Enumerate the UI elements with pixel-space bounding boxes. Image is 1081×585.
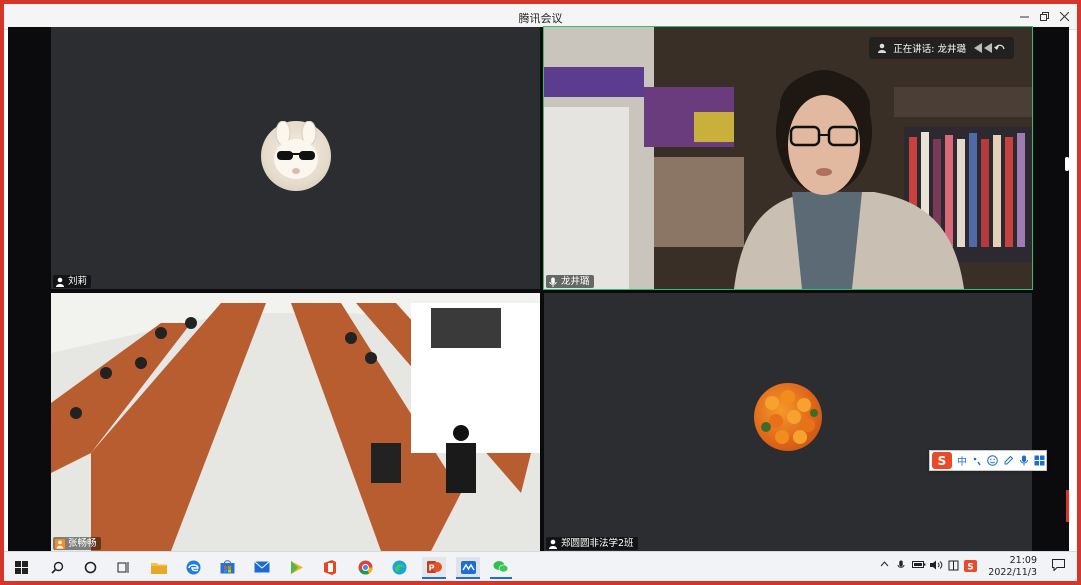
participant-name-tag: 张畅畅 xyxy=(53,537,101,550)
action-center-icon[interactable] xyxy=(1052,559,1065,574)
camera-feed xyxy=(51,293,540,551)
speaking-indicator: 正在讲话: 龙井璐 xyxy=(869,37,1014,59)
video-tile[interactable]: 刘莉 xyxy=(51,27,540,289)
edge-icon[interactable] xyxy=(388,557,410,577)
punctuation-icon[interactable] xyxy=(972,456,982,466)
battery-icon[interactable] xyxy=(912,560,926,572)
start-icon[interactable] xyxy=(10,557,32,577)
participant-avatar xyxy=(261,120,331,191)
input-method-icon[interactable] xyxy=(948,560,959,574)
participant-name: 龙井璐 xyxy=(561,276,590,287)
ime-toolbar[interactable]: S 中 xyxy=(929,450,1047,471)
store-icon[interactable] xyxy=(216,557,238,577)
speaker-avatar-icon xyxy=(878,43,887,53)
participant-name: 刘莉 xyxy=(68,276,88,287)
marigold-flowers-icon xyxy=(761,390,818,444)
sogou-logo-icon[interactable]: S xyxy=(932,452,952,469)
participant-name: 张畅畅 xyxy=(68,538,97,549)
svg-text:P: P xyxy=(428,564,434,573)
person-icon xyxy=(55,538,65,549)
participant-avatar xyxy=(754,383,822,451)
cortana-icon[interactable] xyxy=(79,557,101,577)
restore-icon[interactable] xyxy=(1035,7,1053,25)
participant-name-tag: 龙井璐 xyxy=(546,275,594,288)
file-explorer-icon[interactable] xyxy=(148,557,170,577)
tencent-meeting-icon[interactable] xyxy=(456,557,480,579)
svg-text:S: S xyxy=(938,454,947,468)
microphone-icon xyxy=(549,277,557,287)
speaking-label: 正在讲话: 龙井璐 xyxy=(893,44,966,55)
wechat-icon[interactable] xyxy=(490,557,512,579)
taskbar-clock[interactable]: 21:09 2022/11/3 xyxy=(988,555,1037,579)
sogou-tray-icon[interactable]: S xyxy=(964,560,977,575)
emoji-icon[interactable] xyxy=(987,455,998,466)
close-icon[interactable] xyxy=(1055,7,1073,25)
volume-level-indicator xyxy=(1066,490,1069,522)
office-icon[interactable] xyxy=(319,557,341,577)
person-icon xyxy=(56,277,64,287)
minimize-icon[interactable] xyxy=(1015,7,1033,25)
toolbox-icon[interactable] xyxy=(1034,455,1045,466)
media-player-icon[interactable] xyxy=(285,557,307,577)
volume-icon[interactable] xyxy=(930,560,943,573)
speaker-nav-arrows-icon[interactable] xyxy=(972,42,1006,54)
participant-name-tag: 刘莉 xyxy=(53,275,92,288)
video-tile[interactable]: 郑圆圆非法学2班 xyxy=(544,293,1032,551)
pen-icon[interactable] xyxy=(1003,455,1014,466)
camera-feed xyxy=(544,27,1032,289)
video-tile-active-speaker[interactable]: 正在讲话: 龙井璐 龙井璐 xyxy=(543,26,1033,290)
meeting-window: 腾讯会议 刘莉 正在讲话: 龙井璐 龙井璐 张畅畅 郑圆圆非法学2班 S 中 P… xyxy=(4,4,1077,581)
clock-date: 2022/11/3 xyxy=(988,567,1037,578)
video-tile[interactable]: 张畅畅 xyxy=(51,293,540,551)
svg-text:S: S xyxy=(967,563,973,573)
ime-mode[interactable]: 中 xyxy=(957,453,967,468)
mail-icon[interactable] xyxy=(251,557,273,577)
microphone-tray-icon[interactable] xyxy=(897,560,905,574)
bunny-avatar-icon xyxy=(274,120,318,179)
voice-icon[interactable] xyxy=(1019,455,1029,466)
task-view-icon[interactable] xyxy=(112,557,134,577)
clock-time: 21:09 xyxy=(1009,555,1037,566)
search-icon[interactable] xyxy=(46,557,68,577)
window-title: 腾讯会议 xyxy=(518,12,563,25)
chrome-icon[interactable] xyxy=(354,557,376,577)
person-icon xyxy=(549,539,557,549)
participant-name: 郑圆圆非法学2班 xyxy=(561,538,634,549)
show-hidden-icons-icon[interactable] xyxy=(880,560,889,571)
participant-name-tag: 郑圆圆非法学2班 xyxy=(546,537,638,550)
powerpoint-icon[interactable]: P xyxy=(422,557,446,579)
edge-legacy-icon[interactable] xyxy=(182,557,204,577)
windows-taskbar: P S 21:09 2022/11/3 xyxy=(4,551,1077,581)
video-grid: 刘莉 正在讲话: 龙井璐 龙井璐 张畅畅 郑圆圆非法学2班 xyxy=(8,26,1069,551)
side-panel-handle[interactable] xyxy=(1065,157,1069,171)
